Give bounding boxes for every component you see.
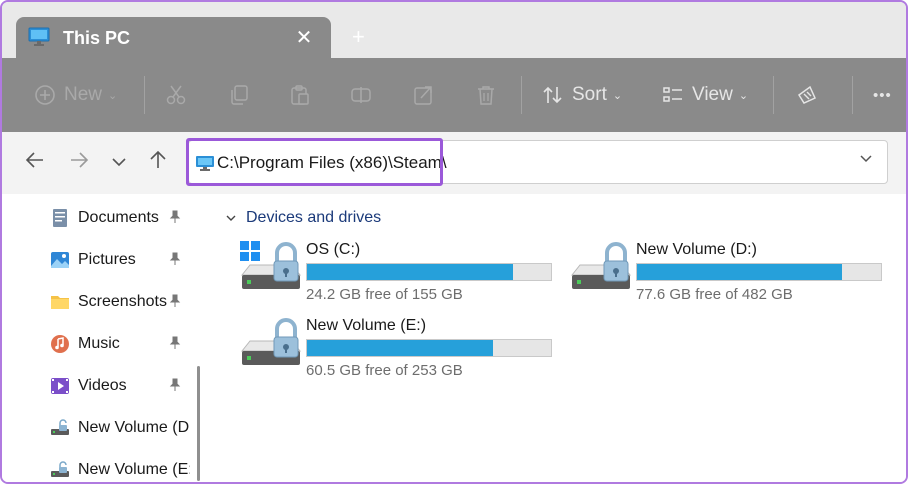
new-button[interactable]: New ⌄ <box>34 58 117 132</box>
up-button[interactable] <box>145 150 171 176</box>
pin-icon <box>168 336 182 350</box>
content-pane: Devices and drives OS (C:) 24.2 GB free … <box>207 194 906 482</box>
sidebar-item-label: Documents <box>78 209 159 226</box>
drive-usage-fill <box>637 264 842 280</box>
title-bar: This PC ✕ + <box>2 2 906 61</box>
chevron-down-icon <box>860 155 872 163</box>
pin-icon <box>168 252 182 266</box>
drive-usage-bar <box>306 263 552 281</box>
sidebar-item-label: New Volume (E: <box>78 461 190 478</box>
network-drive-icon <box>797 85 816 104</box>
pictures-icon <box>51 252 69 268</box>
navigation-bar: C:\Program Files (x86)\Steam\ <box>2 132 906 194</box>
back-button[interactable] <box>22 150 48 176</box>
map-network-drive-button[interactable] <box>796 58 818 132</box>
folder-icon <box>51 296 69 309</box>
windows-drive-icon <box>240 241 302 289</box>
close-tab-icon[interactable]: ✕ <box>294 25 314 50</box>
view-icon <box>663 87 682 102</box>
share-icon <box>414 86 432 105</box>
rename-icon <box>351 87 371 103</box>
documents-icon <box>53 209 67 227</box>
new-tab-button[interactable]: + <box>352 24 365 50</box>
new-plus-icon <box>35 85 55 105</box>
tab-this-pc[interactable]: This PC ✕ <box>16 17 331 61</box>
drive-free-space: 77.6 GB free of 482 GB <box>636 286 793 303</box>
cut-button[interactable] <box>165 58 187 132</box>
drive-name: New Volume (D:) <box>636 241 757 258</box>
sidebar-item-label: Screenshots <box>78 293 167 310</box>
pin-icon <box>168 210 182 224</box>
sort-label: Sort <box>572 84 607 105</box>
arrow-left-icon <box>25 152 43 168</box>
address-highlight <box>186 138 443 186</box>
toolbar-divider <box>144 76 145 114</box>
chevron-down-icon: ⌄ <box>612 89 623 102</box>
drive-usage-fill <box>307 264 513 280</box>
navigation-pane: Documents Pictures Screenshots Music Vid… <box>2 194 207 482</box>
drive-icon <box>570 242 632 289</box>
copy-icon <box>231 85 248 105</box>
new-label: New <box>64 84 103 105</box>
trash-icon <box>478 86 494 105</box>
drive-usage-bar <box>636 263 882 281</box>
pin-icon <box>168 378 182 392</box>
more-options-button[interactable]: ••• <box>873 58 892 132</box>
cut-icon <box>166 85 186 105</box>
recent-locations-button[interactable] <box>106 150 132 176</box>
drive-usage-bar <box>306 339 552 357</box>
view-button[interactable]: View ⌄ <box>662 58 748 132</box>
devices-group-header[interactable]: Devices and drives <box>225 209 381 227</box>
drive-icon <box>51 461 69 477</box>
sidebar-item-label: New Volume (D <box>78 419 190 436</box>
forward-button[interactable] <box>66 150 92 176</box>
drive-item-e[interactable]: New Volume (E:) 60.5 GB free of 253 GB <box>240 317 560 383</box>
share-button[interactable] <box>413 58 435 132</box>
drive-item-d[interactable]: New Volume (D:) 77.6 GB free of 482 GB <box>570 241 890 307</box>
drive-item-c[interactable]: OS (C:) 24.2 GB free of 155 GB <box>240 241 560 307</box>
sort-icon <box>543 86 562 104</box>
copy-button[interactable] <box>228 58 250 132</box>
videos-icon <box>51 378 69 394</box>
group-title: Devices and drives <box>246 209 382 226</box>
drive-usage-fill <box>307 340 493 356</box>
paste-button[interactable] <box>289 58 311 132</box>
more-icon: ••• <box>873 86 892 104</box>
sidebar-item-label: Music <box>78 335 120 352</box>
rename-button[interactable] <box>350 58 372 132</box>
drive-name: New Volume (E:) <box>306 317 427 334</box>
chevron-down-icon: ⌄ <box>108 89 118 102</box>
sidebar-item-label: Videos <box>78 377 127 394</box>
drive-free-space: 60.5 GB free of 253 GB <box>306 362 463 379</box>
drive-icon <box>240 318 302 365</box>
chevron-down-icon: ⌄ <box>738 89 749 102</box>
command-bar: New ⌄ Sort ⌄ View ⌄ ••• <box>2 58 906 132</box>
toolbar-divider <box>852 76 853 114</box>
toolbar-divider <box>773 76 774 114</box>
drive-free-space: 24.2 GB free of 155 GB <box>306 286 463 303</box>
pin-icon <box>168 294 182 308</box>
sidebar-item-new-volume-d[interactable]: New Volume (D <box>50 414 190 442</box>
file-explorer-window: This PC ✕ + New ⌄ Sort ⌄ View ⌄ ••• C:\P… <box>0 0 908 484</box>
view-label: View <box>692 84 733 105</box>
monitor-icon <box>28 27 50 46</box>
arrow-right-icon <box>71 152 89 168</box>
sidebar-scrollbar[interactable] <box>197 366 200 481</box>
sort-button[interactable]: Sort ⌄ <box>542 58 622 132</box>
sidebar-item-label: Pictures <box>78 251 136 268</box>
sidebar-item-new-volume-e[interactable]: New Volume (E: <box>50 456 190 482</box>
music-icon <box>51 335 69 353</box>
delete-button[interactable] <box>475 58 497 132</box>
toolbar-divider <box>521 76 522 114</box>
drive-icon <box>51 419 69 435</box>
chevron-down-icon <box>226 215 236 221</box>
chevron-down-icon <box>112 158 126 167</box>
drive-name: OS (C:) <box>306 241 361 258</box>
tab-title: This PC <box>63 28 131 48</box>
arrow-up-icon <box>150 150 166 168</box>
address-dropdown-button[interactable] <box>859 151 873 170</box>
paste-icon <box>291 85 309 105</box>
